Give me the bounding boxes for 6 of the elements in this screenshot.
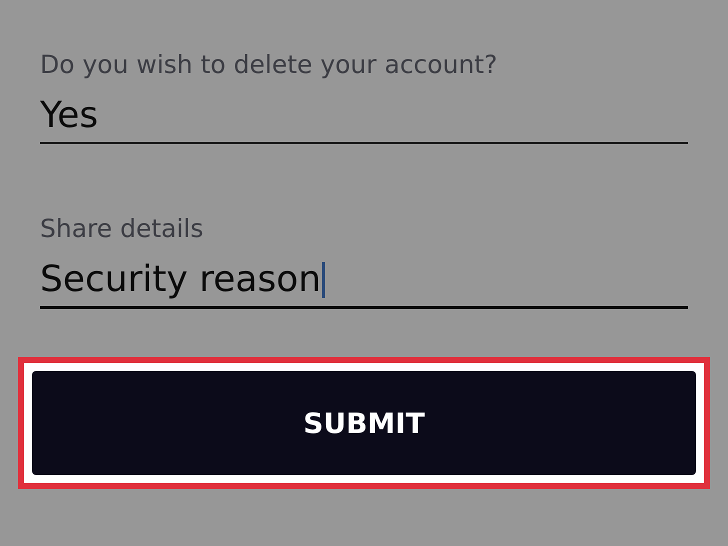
text-cursor [322, 262, 326, 298]
text-field[interactable]: Security reason [40, 256, 688, 309]
field-label: Share details [40, 213, 204, 245]
submit-button[interactable]: SUBMIT [32, 371, 696, 475]
text-field[interactable]: Yes [40, 92, 688, 144]
field-label: Do you wish to delete your account? [40, 49, 498, 81]
